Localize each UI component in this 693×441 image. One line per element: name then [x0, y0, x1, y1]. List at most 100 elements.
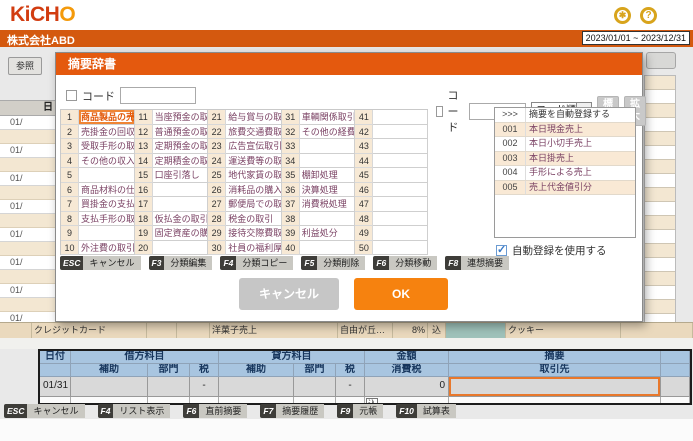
function-key[interactable]: ESC キャンセル: [4, 404, 85, 418]
category-cell[interactable]: その他の収入: [79, 153, 135, 168]
category-row[interactable]: 27 郵便局での取引: [208, 197, 282, 212]
summary-item[interactable]: 004 手形による売上: [495, 166, 635, 181]
category-row[interactable]: 21 給与賞与の取引: [208, 110, 282, 125]
category-row[interactable]: 8 支払手形の取引: [61, 211, 135, 226]
category-row[interactable]: 23 広告宣伝取引: [208, 139, 282, 154]
function-key[interactable]: F7 摘要履歴: [260, 404, 325, 418]
category-cell[interactable]: 固定資産の購入: [152, 226, 209, 241]
category-cell[interactable]: [152, 197, 209, 212]
entry-debit-sub-cell[interactable]: [71, 377, 148, 397]
category-cell[interactable]: 仮払金の取引: [152, 211, 209, 226]
summary-item[interactable]: 002 本日小切手売上: [495, 137, 635, 152]
reference-button[interactable]: 参照: [8, 57, 42, 75]
function-key[interactable]: F4 リスト表示: [97, 404, 171, 418]
category-cell[interactable]: 売掛金の回収: [79, 124, 135, 139]
category-cell[interactable]: 消耗品の購入: [226, 182, 282, 197]
category-row[interactable]: 31 車輌関係取引: [281, 110, 356, 125]
category-cell[interactable]: 旅費交通費取引: [226, 124, 282, 139]
category-cell[interactable]: 郵便局での取引: [226, 197, 282, 212]
ok-button[interactable]: OK: [354, 278, 448, 310]
category-cell[interactable]: 普通預金の取引: [152, 124, 209, 139]
entry-credit-tax-cell[interactable]: -: [336, 377, 365, 397]
category-cell[interactable]: 定期積金の取引: [152, 153, 209, 168]
entry-amount-cell[interactable]: 0: [365, 377, 449, 397]
entry-date-cell[interactable]: 01/31: [40, 377, 71, 397]
category-row[interactable]: 17: [134, 197, 209, 212]
category-cell[interactable]: [299, 139, 356, 154]
category-row[interactable]: 34: [281, 153, 356, 168]
category-row[interactable]: 45: [355, 168, 428, 183]
fiscal-period[interactable]: 2023/01/01 ~ 2023/12/31: [581, 31, 690, 45]
category-cell[interactable]: 商品材料の仕入: [79, 182, 135, 197]
category-row[interactable]: 33: [281, 139, 356, 154]
function-key[interactable]: F9 元帳: [337, 404, 384, 418]
category-row[interactable]: 32 その他の経費: [281, 124, 356, 139]
function-key[interactable]: F4 分類コピー: [220, 256, 294, 270]
category-row[interactable]: 41: [355, 110, 428, 125]
category-row[interactable]: 19 固定資産の購入: [134, 226, 209, 241]
category-cell[interactable]: [79, 226, 135, 241]
summary-item[interactable]: 001 本日現金売上: [495, 122, 635, 137]
category-cell[interactable]: [373, 182, 428, 197]
category-cell[interactable]: 決算処理: [299, 182, 356, 197]
category-cell[interactable]: [373, 240, 428, 255]
category-cell[interactable]: 給与賞与の取引: [226, 110, 282, 125]
auto-register-checkbox[interactable]: ✓: [496, 245, 507, 256]
category-row[interactable]: 46: [355, 182, 428, 197]
category-row[interactable]: 4 その他の収入: [61, 153, 135, 168]
category-row[interactable]: 15 口座引落し: [134, 168, 209, 183]
entry-debit-dept-cell[interactable]: [148, 377, 190, 397]
category-cell[interactable]: 接待交際費取引: [226, 226, 282, 241]
category-cell[interactable]: 定期預金の取引: [152, 139, 209, 154]
category-cell[interactable]: 広告宣伝取引: [226, 139, 282, 154]
category-cell[interactable]: 口座引落し: [152, 168, 209, 183]
summary-item[interactable]: 003 本日掛売上: [495, 151, 635, 166]
category-row[interactable]: 49: [355, 226, 428, 241]
category-cell[interactable]: [373, 124, 428, 139]
function-key[interactable]: F5 分類削除: [301, 256, 366, 270]
category-row[interactable]: 50: [355, 240, 428, 255]
summary-list-header[interactable]: >>> 摘要を自動登録する: [495, 108, 635, 123]
function-key[interactable]: F10 試算表: [396, 404, 456, 418]
category-cell[interactable]: 棚卸処理: [299, 168, 356, 183]
category-cell[interactable]: 消費税処理: [299, 197, 356, 212]
category-cell[interactable]: [373, 110, 428, 125]
function-key[interactable]: F6 分類移動: [373, 256, 438, 270]
category-row[interactable]: 18 仮払金の取引: [134, 211, 209, 226]
category-row[interactable]: 29 接待交際費取引: [208, 226, 282, 241]
category-row[interactable]: 2 売掛金の回収: [61, 124, 135, 139]
code-checkbox-left[interactable]: [66, 90, 77, 101]
category-row[interactable]: 42: [355, 124, 428, 139]
category-cell[interactable]: [299, 153, 356, 168]
category-cell[interactable]: その他の経費: [299, 124, 356, 139]
category-row[interactable]: 22 旅費交通費取引: [208, 124, 282, 139]
category-row[interactable]: 10 外注費の取引: [61, 240, 135, 255]
category-cell[interactable]: [299, 240, 356, 255]
category-row[interactable]: 13 定期預金の取引: [134, 139, 209, 154]
category-cell[interactable]: [152, 240, 209, 255]
category-cell[interactable]: 当座預金の取引: [152, 110, 209, 125]
category-row[interactable]: 5: [61, 168, 135, 183]
category-cell[interactable]: [152, 182, 209, 197]
category-cell[interactable]: 社員の福利厚生: [226, 240, 282, 255]
function-key[interactable]: F8 連想摘要: [445, 256, 510, 270]
entry-credit-sub-cell[interactable]: [219, 377, 294, 397]
settings-icon[interactable]: ✱: [614, 7, 631, 24]
category-row[interactable]: 26 消耗品の購入: [208, 182, 282, 197]
category-cell[interactable]: [373, 226, 428, 241]
summary-item[interactable]: 005 売上代金値引分: [495, 180, 635, 195]
category-row[interactable]: 38: [281, 211, 356, 226]
category-cell[interactable]: 商品製品の売上: [79, 110, 135, 125]
category-row[interactable]: 12 普通預金の取引: [134, 124, 209, 139]
code-input-left[interactable]: [120, 87, 196, 104]
function-key[interactable]: F3 分類編集: [148, 256, 213, 270]
category-row[interactable]: 43: [355, 139, 428, 154]
category-cell[interactable]: [373, 168, 428, 183]
function-key[interactable]: F6 直前摘要: [183, 404, 248, 418]
category-row[interactable]: 7 買掛金の支払: [61, 197, 135, 212]
category-cell[interactable]: [299, 211, 356, 226]
category-row[interactable]: 9: [61, 226, 135, 241]
category-row[interactable]: 24 運送費等の取引: [208, 153, 282, 168]
category-row[interactable]: 48: [355, 211, 428, 226]
category-cell[interactable]: 利益処分: [299, 226, 356, 241]
